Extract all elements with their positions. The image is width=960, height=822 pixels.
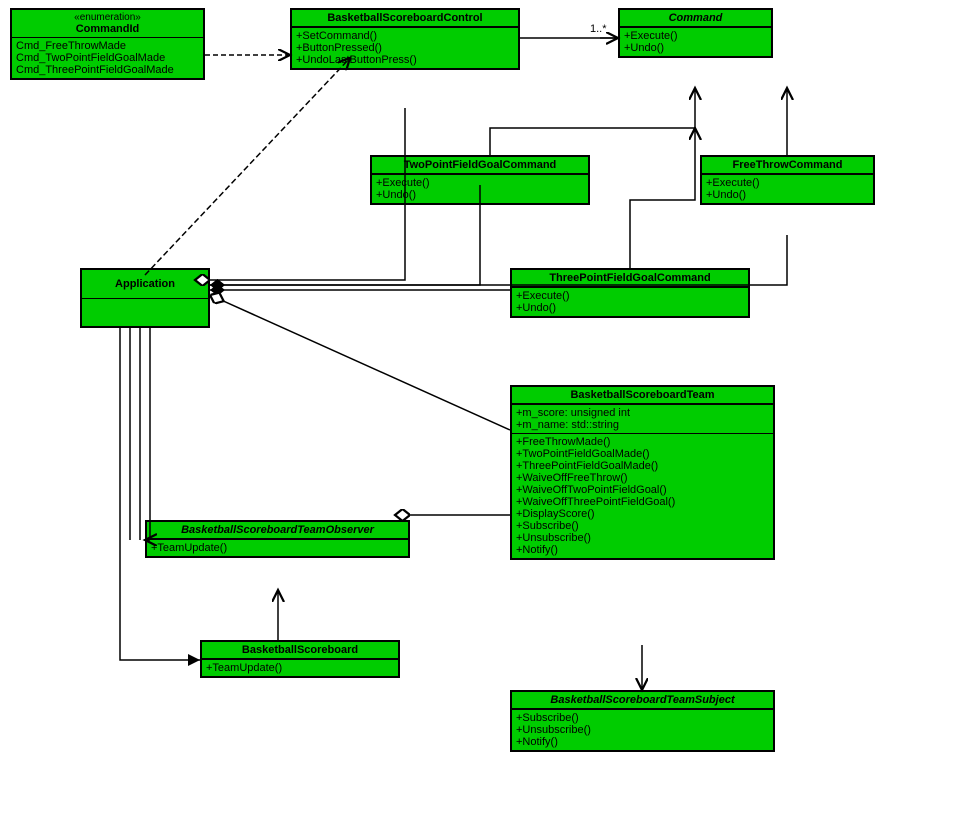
scoreboard-control-m1: +SetCommand(): [296, 30, 514, 42]
twopoint-m2: +Undo(): [376, 189, 584, 201]
scoreboard-methods: +TeamUpdate(): [202, 659, 398, 676]
commandid-val3: Cmd_ThreePointFieldGoalMade: [16, 64, 199, 76]
threepoint-m2: +Undo(): [516, 302, 744, 314]
diagram-svg: 1..*: [0, 0, 960, 822]
command-title: Command: [620, 10, 771, 27]
team-m4: +WaiveOffFreeThrow(): [516, 472, 769, 484]
command-m1: +Execute(): [624, 30, 767, 42]
scoreboard-title: BasketballScoreboard: [202, 642, 398, 659]
team-m9: +Unsubscribe(): [516, 532, 769, 544]
commandid-stereotype: «enumeration»: [16, 12, 199, 23]
commandid-body: Cmd_FreeThrowMade Cmd_TwoPointFieldGoalM…: [12, 38, 203, 78]
application-title: Application: [82, 270, 208, 299]
team-m3: +ThreePointFieldGoalMade(): [516, 460, 769, 472]
threepoint-box: ThreePointFieldGoalCommand +Execute() +U…: [510, 268, 750, 318]
threepoint-title: ThreePointFieldGoalCommand: [512, 270, 748, 287]
subject-m1: +Subscribe(): [516, 712, 769, 724]
observer-box: BasketballScoreboardTeamObserver +TeamUp…: [145, 520, 410, 558]
freethrow-methods: +Execute() +Undo(): [702, 174, 873, 203]
scoreboard-control-methods: +SetCommand() +ButtonPressed() +UndoLast…: [292, 27, 518, 68]
threepoint-methods: +Execute() +Undo(): [512, 287, 748, 316]
twopoint-title: TwoPointFieldGoalCommand: [372, 157, 588, 174]
scoreboard-control-m2: +ButtonPressed(): [296, 42, 514, 54]
command-methods: +Execute() +Undo(): [620, 27, 771, 56]
scoreboard-control-title: BasketballScoreboardControl: [292, 10, 518, 27]
twopoint-m1: +Execute(): [376, 177, 584, 189]
commandid-val1: Cmd_FreeThrowMade: [16, 40, 199, 52]
subject-m2: +Unsubscribe(): [516, 724, 769, 736]
commandid-name: CommandId: [16, 23, 199, 35]
multiplicity-label: 1..*: [590, 23, 607, 35]
freethrow-m1: +Execute(): [706, 177, 869, 189]
commandid-val2: Cmd_TwoPointFieldGoalMade: [16, 52, 199, 64]
team-methods: +FreeThrowMade() +TwoPointFieldGoalMade(…: [512, 433, 773, 558]
scoreboard-control-m3: +UndoLastButtonPress(): [296, 54, 514, 66]
team-m10: +Notify(): [516, 544, 769, 556]
team-m1: +FreeThrowMade(): [516, 436, 769, 448]
commandid-box: «enumeration» CommandId Cmd_FreeThrowMad…: [10, 8, 205, 80]
freethrow-m2: +Undo(): [706, 189, 869, 201]
team-a2: +m_name: std::string: [516, 419, 769, 431]
observer-title: BasketballScoreboardTeamObserver: [147, 522, 408, 539]
observer-m1: +TeamUpdate(): [151, 542, 404, 554]
twopoint-methods: +Execute() +Undo(): [372, 174, 588, 203]
team-m2: +TwoPointFieldGoalMade(): [516, 448, 769, 460]
team-m6: +WaiveOffThreePointFieldGoal(): [516, 496, 769, 508]
command-m2: +Undo(): [624, 42, 767, 54]
freethrow-box: FreeThrowCommand +Execute() +Undo(): [700, 155, 875, 205]
threepoint-m1: +Execute(): [516, 290, 744, 302]
team-title: BasketballScoreboardTeam: [512, 387, 773, 404]
twopoint-box: TwoPointFieldGoalCommand +Execute() +Und…: [370, 155, 590, 205]
team-m7: +DisplayScore(): [516, 508, 769, 520]
subject-box: BasketballScoreboardTeamSubject +Subscri…: [510, 690, 775, 752]
team-m5: +WaiveOffTwoPointFieldGoal(): [516, 484, 769, 496]
team-box: BasketballScoreboardTeam +m_score: unsig…: [510, 385, 775, 560]
application-box: Application: [80, 268, 210, 328]
subject-m3: +Notify(): [516, 736, 769, 748]
subject-title: BasketballScoreboardTeamSubject: [512, 692, 773, 709]
freethrow-title: FreeThrowCommand: [702, 157, 873, 174]
scoreboard-box: BasketballScoreboard +TeamUpdate(): [200, 640, 400, 678]
team-attributes: +m_score: unsigned int +m_name: std::str…: [512, 404, 773, 433]
scoreboard-m1: +TeamUpdate(): [206, 662, 394, 674]
team-a1: +m_score: unsigned int: [516, 407, 769, 419]
observer-methods: +TeamUpdate(): [147, 539, 408, 556]
subject-methods: +Subscribe() +Unsubscribe() +Notify(): [512, 709, 773, 750]
commandid-title: «enumeration» CommandId: [12, 10, 203, 38]
team-m8: +Subscribe(): [516, 520, 769, 532]
command-box: Command +Execute() +Undo(): [618, 8, 773, 58]
scoreboard-control-box: BasketballScoreboardControl +SetCommand(…: [290, 8, 520, 70]
